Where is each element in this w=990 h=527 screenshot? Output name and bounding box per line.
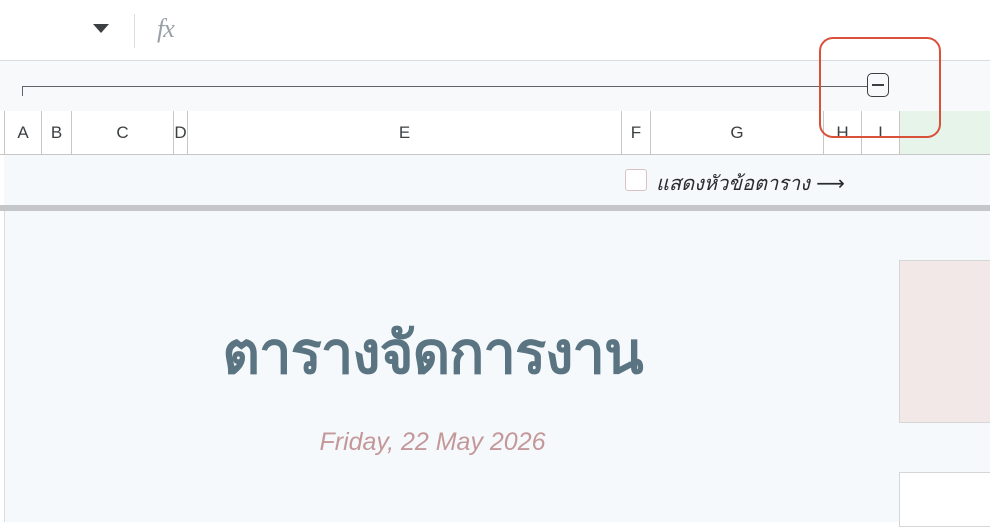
- column-header-g[interactable]: G: [651, 111, 824, 154]
- column-header-d[interactable]: D: [174, 111, 188, 154]
- column-header-c[interactable]: C: [72, 111, 174, 154]
- formula-bar: fx: [0, 0, 990, 61]
- caret-down-icon[interactable]: [93, 24, 109, 33]
- column-header-i[interactable]: I: [862, 111, 900, 154]
- column-headers: A B C D E F G H I: [0, 111, 990, 155]
- sheet-date: Friday, 22 May 2026: [319, 428, 546, 456]
- column-header-h[interactable]: H: [824, 111, 862, 154]
- column-header-b[interactable]: B: [42, 111, 72, 154]
- column-group-line: [22, 86, 868, 87]
- column-header-e[interactable]: E: [188, 111, 622, 154]
- column-header-a[interactable]: A: [4, 111, 42, 154]
- column-header-f[interactable]: F: [622, 111, 651, 154]
- sheet-title: ตารางจัดการงาน: [222, 319, 643, 387]
- side-panel-cell[interactable]: [899, 260, 990, 423]
- collapse-group-button[interactable]: [867, 73, 889, 97]
- column-group-start-tick: [22, 86, 23, 96]
- show-table-header-checkbox[interactable]: [625, 169, 647, 191]
- show-table-header-label: แสดงหัวข้อตาราง ⟶: [656, 171, 845, 195]
- selected-column-highlight: [900, 111, 990, 154]
- fx-icon: fx: [157, 14, 175, 43]
- column-group-bar: [0, 61, 990, 112]
- formula-bar-divider: [134, 14, 135, 48]
- lower-side-cell[interactable]: [899, 472, 990, 527]
